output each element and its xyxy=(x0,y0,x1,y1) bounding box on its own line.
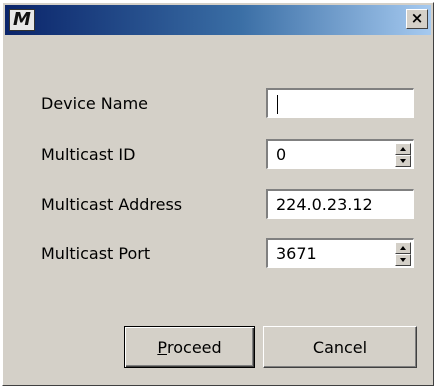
dialog-window: M × Device Name Multicast ID 0 Multicast… xyxy=(2,2,434,386)
text-caret xyxy=(277,95,278,114)
multicast-id-value: 0 xyxy=(276,145,287,164)
multicast-port-label: Multicast Port xyxy=(41,244,151,263)
arrow-down-icon xyxy=(400,159,406,163)
cancel-button[interactable]: Cancel xyxy=(263,326,417,368)
multicast-address-value: 224.0.23.12 xyxy=(276,195,373,214)
device-name-label: Device Name xyxy=(41,94,149,113)
multicast-address-label: Multicast Address xyxy=(41,195,183,214)
multicast-port-spinner xyxy=(395,242,411,266)
multicast-id-stepper[interactable]: 0 xyxy=(266,139,414,169)
decrement-button[interactable] xyxy=(395,155,411,167)
multicast-port-stepper[interactable]: 3671 xyxy=(266,238,414,268)
arrow-up-icon xyxy=(400,246,406,250)
multicast-id-spinner xyxy=(395,143,411,167)
cancel-label: Cancel xyxy=(312,337,368,357)
multicast-id-label: Multicast ID xyxy=(41,145,136,164)
proceed-mnemonic: P xyxy=(157,337,167,357)
proceed-button[interactable]: Proceed xyxy=(124,326,255,368)
device-name-field[interactable] xyxy=(266,88,414,118)
increment-button[interactable] xyxy=(395,143,411,155)
arrow-down-icon xyxy=(400,258,406,262)
arrow-up-icon xyxy=(400,147,406,151)
title-bar[interactable]: M × xyxy=(5,5,431,35)
increment-button[interactable] xyxy=(395,242,411,254)
multicast-address-field[interactable]: 224.0.23.12 xyxy=(266,189,414,219)
decrement-button[interactable] xyxy=(395,254,411,266)
multicast-port-value: 3671 xyxy=(276,244,317,263)
close-button[interactable]: × xyxy=(406,9,428,29)
proceed-label: roceed xyxy=(167,337,222,357)
app-icon: M xyxy=(9,9,35,31)
